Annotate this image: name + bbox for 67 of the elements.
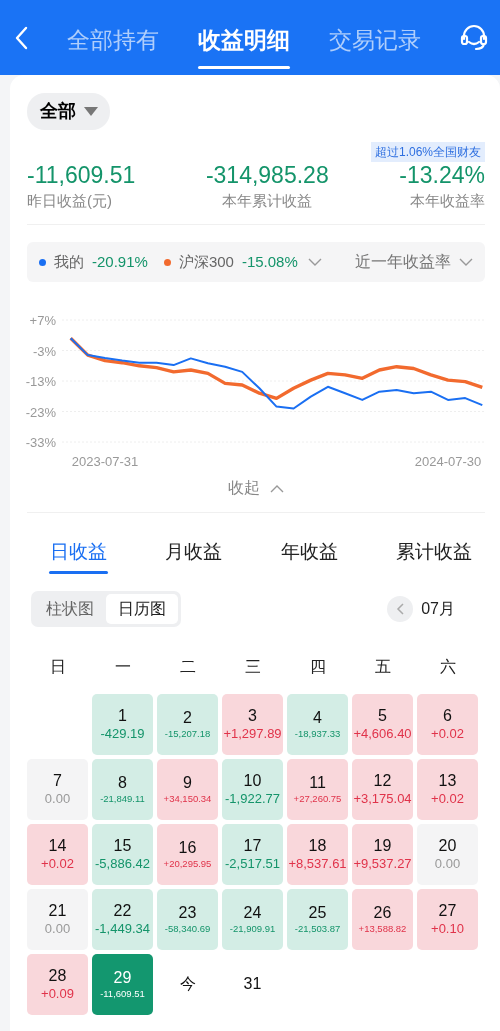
stat-label: 本年累计收益	[222, 190, 313, 211]
calendar-day[interactable]: 3 +1,297.89	[222, 693, 283, 755]
axis-tick-label: -3%	[32, 343, 56, 359]
stat-label: 昨日收益(元)	[27, 190, 112, 211]
period-tab[interactable]: 月收益	[165, 538, 223, 572]
view-toggle[interactable]: 柱状图	[34, 593, 106, 624]
legend-value: -20.91%	[92, 251, 148, 272]
calendar-day[interactable]: 6 +0.02	[417, 693, 478, 755]
rank-badge: 超过1.06%全国财友	[370, 142, 485, 162]
calendar-day[interactable]: 8 -21,849.11	[92, 758, 153, 820]
period-tab[interactable]: 年收益	[280, 538, 338, 572]
calendar-day[interactable]: 15 -5,886.42	[92, 823, 153, 885]
header-tab[interactable]: 收益明细	[198, 16, 290, 69]
weekday-label: 一	[113, 656, 132, 677]
stat-value: -13.24%	[399, 162, 485, 190]
calendar-day[interactable]: 12 +3,175.04	[352, 758, 413, 820]
weekday-label: 日	[48, 656, 67, 677]
calendar-day[interactable]: 今	[157, 953, 218, 1015]
axis-tick-label: +7%	[29, 313, 56, 329]
calendar-day[interactable]: 21 0.00	[27, 888, 88, 950]
weekday-label: 六	[438, 656, 457, 677]
axis-tick-label: 2024-07-30	[414, 454, 482, 470]
legend-value: -15.08%	[241, 251, 298, 272]
calendar-day[interactable]: 2 -15,207.18	[157, 693, 218, 755]
weekday-label: 三	[243, 656, 262, 677]
calendar-day[interactable]: 29 -11,609.51	[92, 953, 153, 1015]
calendar-day[interactable]: 9 +34,150.34	[157, 758, 218, 820]
calendar-day[interactable]: 5 +4,606.40	[352, 693, 413, 755]
calendar-day[interactable]: 31	[222, 953, 283, 1015]
axis-tick-label: -33%	[25, 435, 56, 451]
calendar-day[interactable]: 13 +0.02	[417, 758, 478, 820]
calendar-day[interactable]: 17 -2,517.51	[222, 823, 283, 885]
period-tab[interactable]: 日收益	[50, 538, 107, 572]
stat-value: -314,985.28	[205, 162, 329, 190]
axis-tick-label: -13%	[25, 374, 56, 390]
calendar-day[interactable]: 22 -1,449.34	[92, 888, 153, 950]
axis-tick-label: 2023-07-31	[71, 454, 139, 470]
legend-label: 我的	[54, 251, 84, 272]
view-toggle[interactable]: 日历图	[106, 593, 178, 624]
calendar-day[interactable]: 16 +20,295.95	[157, 823, 218, 885]
calendar-day[interactable]: 26 +13,588.82	[352, 888, 413, 950]
weekday-label: 五	[373, 656, 392, 677]
calendar-day[interactable]: 20 0.00	[417, 823, 478, 885]
calendar-day[interactable]: 11 +27,260.75	[287, 758, 348, 820]
weekday-label: 二	[178, 656, 197, 677]
calendar-day[interactable]: 25 -21,503.87	[287, 888, 348, 950]
stat-label: 本年收益率	[410, 190, 485, 211]
period-tab[interactable]: 累计收益	[396, 538, 472, 572]
calendar-day[interactable]: 1 -429.19	[92, 693, 153, 755]
collapse-button[interactable]: 收起	[228, 476, 284, 501]
calendar-day[interactable]: 18 +8,537.61	[287, 823, 348, 885]
calendar-day[interactable]: 23 -58,340.69	[157, 888, 218, 950]
calendar-day[interactable]: 10 -1,922.77	[222, 758, 283, 820]
month-label: 07月	[421, 598, 455, 619]
calendar-day[interactable]: 14 +0.02	[27, 823, 88, 885]
calendar-day[interactable]: 28 +0.09	[27, 953, 88, 1015]
period-dropdown[interactable]: 近一年收益率	[355, 250, 473, 275]
calendar-day[interactable]: 4 -18,937.33	[287, 693, 348, 755]
calendar-day[interactable]: 7 0.00	[27, 758, 88, 820]
calendar-day[interactable]: 24 -21,909.91	[222, 888, 283, 950]
calendar-day[interactable]: 19 +9,537.27	[352, 823, 413, 885]
axis-tick-label: -23%	[25, 404, 56, 420]
stat-value: -11,609.51	[27, 162, 136, 190]
legend-label: 沪深300	[178, 251, 234, 272]
filter-dropdown[interactable]: 全部	[27, 93, 110, 130]
weekday-label: 四	[308, 656, 327, 677]
calendar-day[interactable]: 27 +0.10	[417, 888, 478, 950]
